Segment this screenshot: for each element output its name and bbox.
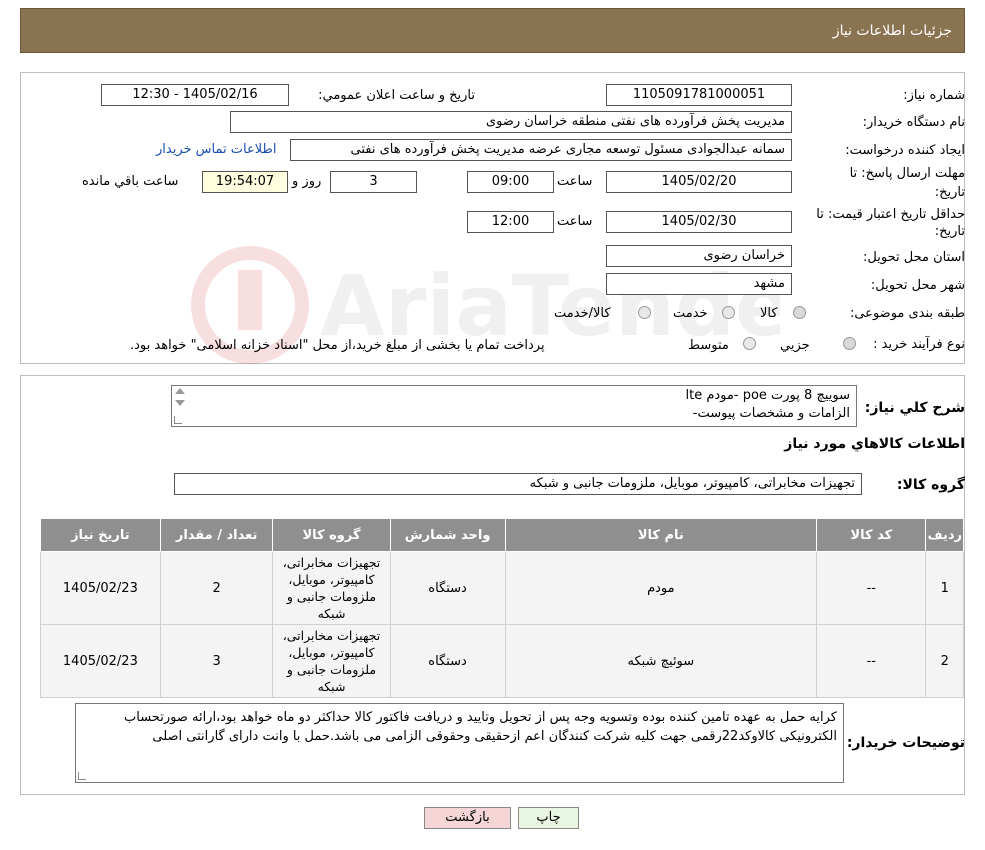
col-group: گروه کالا (272, 518, 391, 552)
cell-date: 1405/02/23 (40, 551, 161, 625)
cell-date: 1405/02/23 (40, 624, 161, 698)
validity-label-2: تاريخ: (934, 224, 965, 239)
buyer-contact-link[interactable]: اطلاعات تماس خريدار (156, 142, 276, 157)
process-small-radio[interactable] (843, 337, 856, 350)
buyer-org-label: نام دستگاه خريدار: (862, 115, 965, 130)
buyer-notes-text: کرایه حمل به عهده تامین کننده بوده وتسوی… (124, 710, 837, 744)
deadline-label-1: مهلت ارسال پاسخ: تا (849, 166, 965, 181)
days-remaining-field: 3 (330, 171, 417, 193)
creator-field: سمانه عبدالجوادی مسئول توسعه مجاری عرضه … (290, 139, 792, 161)
validity-time-label: ساعت (557, 214, 593, 229)
cell-group: تجهیزات مخابراتی، کامپیوتر، موبایل، ملزو… (272, 624, 391, 698)
col-code: کد کالا (816, 518, 927, 552)
resize-handle-icon[interactable] (78, 772, 86, 780)
category-goods-service-radio[interactable] (638, 306, 651, 319)
cell-qty: 2 (159, 551, 274, 625)
goods-section-title: اطلاعات کالاهاي مورد نياز (784, 436, 965, 452)
deadline-date-field: 1405/02/20 (606, 171, 792, 193)
col-qty: تعداد / مقدار (159, 518, 274, 552)
category-service-label: خدمت (673, 306, 708, 321)
items-table: رديف کد کالا نام کالا واحد شمارش گروه کا… (40, 518, 964, 698)
announce-label: تاریخ و ساعت اعلان عمومي: (318, 88, 475, 103)
validity-label-1: حداقل تاريخ اعتبار قيمت: تا (816, 207, 965, 222)
deadline-label-2: تاريخ: (934, 185, 965, 200)
table-row: 1 -- مودم دستگاه تجهیزات مخابراتی، کامپی… (40, 551, 964, 625)
col-unit: واحد شمارش (389, 518, 506, 552)
deadline-time-field: 09:00 (467, 171, 554, 193)
city-field: مشهد (606, 273, 792, 295)
col-name: نام کالا (504, 518, 818, 552)
cell-row: 1 (925, 551, 964, 625)
table-row: 2 -- سوئیچ شبکه دستگاه تجهیزات مخابراتی،… (40, 624, 964, 698)
cell-unit: دستگاه (389, 551, 506, 625)
resize-handle-icon[interactable] (174, 416, 182, 424)
need-number-field: 1105091781000051 (606, 84, 792, 106)
goods-group-label: گروه کالا: (896, 477, 965, 493)
summary-label: شرح کلي نياز: (864, 400, 965, 416)
cell-code: -- (816, 624, 927, 698)
buyer-org-field: مدیریت پخش فرآورده های نفتی منطقه خراسان… (230, 111, 792, 133)
cell-code: -- (816, 551, 927, 625)
deadline-time-label: ساعت (557, 174, 593, 189)
scroll-down-icon[interactable] (175, 400, 185, 406)
category-label: طبقه بندی موضوعی: (849, 306, 965, 321)
scroll-up-icon[interactable] (175, 388, 185, 394)
cell-name: سوئیچ شبکه (504, 624, 818, 698)
page-title: جزئیات اطلاعات نیاز (832, 23, 952, 39)
buyer-notes-label: توضيحات خريدار: (846, 735, 965, 751)
category-goods-label: کالا (760, 306, 778, 321)
process-small-label: جزيي (780, 338, 810, 353)
need-number-label: شماره نیاز: (903, 88, 965, 103)
col-row: رديف (925, 518, 964, 552)
goods-group-field: تجهیزات مخابراتی، کامپیوتر، موبایل، ملزو… (174, 473, 862, 495)
summary-line-2: الزامات و مشخصات پیوست- (692, 406, 850, 421)
cell-group: تجهیزات مخابراتی، کامپیوتر، موبایل، ملزو… (272, 551, 391, 625)
category-goods-service-label: کالا/خدمت (554, 306, 611, 321)
process-medium-label: متوسط (688, 338, 729, 353)
cell-row: 2 (925, 624, 964, 698)
city-label: شهر محل تحويل: (870, 278, 965, 293)
validity-date-field: 1405/02/30 (606, 211, 792, 233)
province-field: خراسان رضوی (606, 245, 792, 267)
summary-line-1: سوییچ 8 پورت poe -مودم lte (685, 388, 850, 403)
category-goods-radio[interactable] (793, 306, 806, 319)
validity-time-field: 12:00 (467, 211, 554, 233)
process-note: پرداخت تمام يا بخشی از مبلغ خريد،از محل … (130, 338, 545, 353)
summary-textarea[interactable]: سوییچ 8 پورت poe -مودم lte الزامات و مشخ… (171, 385, 857, 427)
days-label: روز و (292, 174, 322, 189)
remaining-label: ساعت باقي مانده (82, 174, 179, 189)
remaining-time-field: 19:54:07 (202, 171, 288, 193)
back-button[interactable]: بازگشت (424, 807, 511, 829)
process-label: نوع فرآيند خريد : (873, 337, 965, 352)
creator-label: ايجاد کننده درخواست: (845, 143, 965, 158)
cell-name: مودم (504, 551, 818, 625)
col-date: تاريخ نياز (40, 518, 161, 552)
print-button[interactable]: چاپ (518, 807, 579, 829)
buyer-notes-textarea[interactable]: کرایه حمل به عهده تامین کننده بوده وتسوی… (75, 703, 844, 783)
announce-datetime-field: 1405/02/16 - 12:30 (101, 84, 289, 106)
province-label: استان محل تحويل: (863, 250, 965, 265)
page-header: جزئیات اطلاعات نیاز (20, 8, 965, 53)
table-header-row: رديف کد کالا نام کالا واحد شمارش گروه کا… (40, 518, 964, 552)
cell-qty: 3 (159, 624, 274, 698)
category-service-radio[interactable] (722, 306, 735, 319)
cell-unit: دستگاه (389, 624, 506, 698)
process-medium-radio[interactable] (743, 337, 756, 350)
